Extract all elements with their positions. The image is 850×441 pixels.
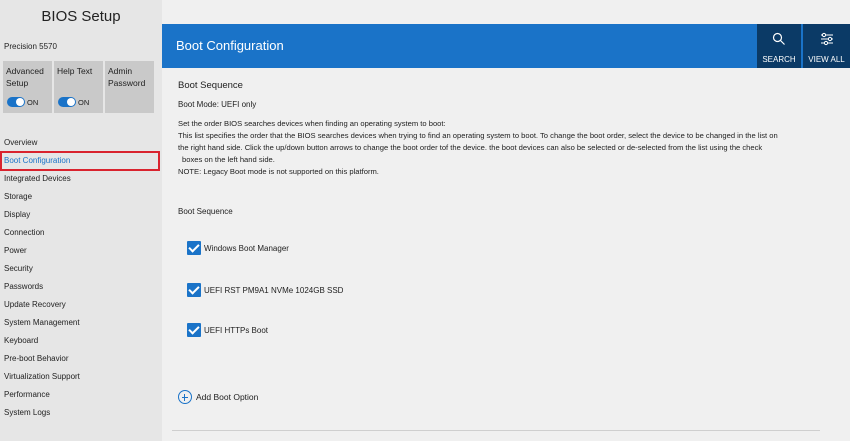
toggle-switch[interactable] bbox=[7, 97, 25, 107]
boot-item-label: UEFI HTTPs Boot bbox=[204, 325, 269, 335]
description-line: This list specifies the order that the B… bbox=[178, 131, 778, 140]
model-name: Precision 5570 bbox=[4, 42, 57, 51]
description-line: boxes on the left hand side. bbox=[182, 155, 275, 164]
admin-password-tile[interactable]: Admin Password bbox=[105, 61, 154, 113]
description-line: the right hand side. Click the up/down b… bbox=[178, 143, 763, 152]
sidebar-nav: Overview Boot Configuration Integrated D… bbox=[0, 134, 162, 422]
boot-item-label: UEFI RST PM9A1 NVMe 1024GB SSD bbox=[204, 285, 344, 295]
description-line: Set the order BIOS searches devices when… bbox=[178, 119, 446, 128]
help-description: Set the order BIOS searches devices when… bbox=[178, 118, 818, 178]
page-header: Boot Configuration SEARCH VIEW ALL bbox=[162, 24, 850, 68]
sidebar-item-pre-boot-behavior[interactable]: Pre-boot Behavior bbox=[0, 350, 162, 368]
sidebar-item-display[interactable]: Display bbox=[0, 206, 162, 224]
sidebar-item-virtualization-support[interactable]: Virtualization Support bbox=[0, 368, 162, 386]
boot-item-checkbox[interactable] bbox=[187, 283, 201, 297]
add-boot-option-button[interactable]: Add Boot Option bbox=[178, 390, 258, 404]
sidebar-item-storage[interactable]: Storage bbox=[0, 188, 162, 206]
toggle-switch[interactable] bbox=[58, 97, 76, 107]
sidebar-item-connection[interactable]: Connection bbox=[0, 224, 162, 242]
toggle-state: ON bbox=[27, 97, 39, 107]
boot-item-checkbox[interactable] bbox=[187, 323, 201, 337]
view-all-button[interactable]: VIEW ALL bbox=[803, 24, 850, 68]
sidebar-item-integrated-devices[interactable]: Integrated Devices bbox=[0, 170, 162, 188]
divider bbox=[172, 430, 820, 431]
sidebar-item-keyboard[interactable]: Keyboard bbox=[0, 332, 162, 350]
boot-item-checkbox[interactable] bbox=[187, 241, 201, 255]
sidebar-item-performance[interactable]: Performance bbox=[0, 386, 162, 404]
filter-settings-icon bbox=[820, 32, 833, 46]
page-title: Boot Configuration bbox=[176, 38, 284, 53]
boot-mode-text: Boot Mode: UEFI only bbox=[178, 100, 257, 109]
boot-item-windows-boot-manager: Windows Boot Manager bbox=[187, 241, 289, 255]
search-label: SEARCH bbox=[762, 55, 796, 64]
admin-password-label: Admin Password bbox=[108, 66, 146, 88]
search-button[interactable]: SEARCH bbox=[757, 24, 801, 68]
toggle-state: ON bbox=[78, 97, 90, 107]
boot-item-uefi-rst-ssd: UEFI RST PM9A1 NVMe 1024GB SSD bbox=[187, 283, 343, 297]
advanced-setup-tile: Advanced Setup ON bbox=[3, 61, 52, 113]
boot-sequence-label: Boot Sequence bbox=[178, 207, 233, 216]
sidebar-item-system-logs[interactable]: System Logs bbox=[0, 404, 162, 422]
search-icon bbox=[772, 32, 785, 45]
sidebar-item-system-management[interactable]: System Management bbox=[0, 314, 162, 332]
sidebar-item-update-recovery[interactable]: Update Recovery bbox=[0, 296, 162, 314]
boot-item-uefi-https-boot: UEFI HTTPs Boot bbox=[187, 323, 268, 337]
sidebar-item-boot-configuration[interactable]: Boot Configuration bbox=[0, 151, 160, 171]
boot-item-label: Windows Boot Manager bbox=[204, 243, 289, 253]
help-text-toggle[interactable]: ON bbox=[58, 97, 89, 107]
advanced-setup-label: Advanced Setup bbox=[6, 66, 44, 88]
description-line: NOTE: Legacy Boot mode is not supported … bbox=[178, 167, 379, 176]
main-content: Boot Sequence Boot Mode: UEFI only Set t… bbox=[162, 68, 850, 441]
help-text-tile: Help Text ON bbox=[54, 61, 103, 113]
section-title: Boot Sequence bbox=[178, 80, 243, 91]
sidebar-item-overview[interactable]: Overview bbox=[0, 134, 162, 152]
sidebar-item-security[interactable]: Security bbox=[0, 260, 162, 278]
add-boot-option-label: Add Boot Option bbox=[196, 392, 259, 402]
sidebar: BIOS Setup Precision 5570 Advanced Setup… bbox=[0, 0, 162, 441]
view-all-label: VIEW ALL bbox=[808, 55, 845, 64]
advanced-setup-toggle[interactable]: ON bbox=[7, 97, 38, 107]
sidebar-item-passwords[interactable]: Passwords bbox=[0, 278, 162, 296]
add-circle-icon bbox=[178, 390, 192, 404]
sidebar-item-power[interactable]: Power bbox=[0, 242, 162, 260]
app-title: BIOS Setup bbox=[41, 8, 121, 25]
help-text-label: Help Text bbox=[57, 66, 93, 76]
